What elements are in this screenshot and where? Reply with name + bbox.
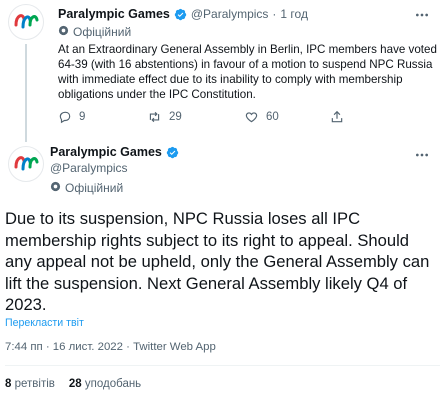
retweets-label: ретвітів — [14, 378, 55, 390]
share-icon — [331, 110, 343, 123]
tweet-stats: 8 ретвітів 28 уподобань — [5, 378, 141, 390]
reply-button[interactable]: 9 — [58, 110, 85, 124]
retweet-count: 29 — [169, 111, 182, 123]
share-button[interactable] — [330, 110, 344, 124]
like-count: 60 — [266, 111, 279, 123]
thread-connector-line — [25, 44, 27, 142]
paralympic-logo-avatar-2[interactable] — [8, 146, 44, 182]
heart-icon — [245, 112, 258, 123]
reply-icon — [59, 111, 71, 124]
official-camera-icon — [50, 179, 61, 197]
tweet-meta[interactable]: 7:44 пп · 16 лист. 2022 · Twitter Web Ap… — [5, 341, 216, 353]
author-handle[interactable]: @Paralympics — [50, 161, 128, 175]
translate-tweet-link[interactable]: Перекласти твіт — [5, 317, 84, 329]
tweet1-header: Paralympic Games @Paralympics · 1 год — [58, 7, 308, 21]
official-camera-icon — [58, 23, 69, 41]
tweet1-text: At an Extraordinary General Assembly in … — [58, 43, 437, 101]
verified-badge-icon — [166, 146, 179, 159]
author-name[interactable]: Paralympic Games — [50, 145, 162, 159]
retweets-stat[interactable]: 8 ретвітів — [5, 378, 55, 390]
retweets-count: 8 — [5, 378, 12, 390]
official-text: Офіційний — [73, 25, 132, 39]
likes-count: 28 — [68, 378, 82, 390]
reply-count: 9 — [79, 111, 86, 123]
author-handle[interactable]: @Paralympics — [191, 7, 269, 21]
divider — [5, 365, 440, 366]
verified-badge-icon — [174, 8, 187, 21]
retweet-icon — [149, 111, 160, 123]
more-options-icon[interactable] — [414, 7, 430, 23]
official-text: Офіційний — [65, 181, 124, 195]
paralympic-logo-avatar[interactable] — [8, 4, 44, 40]
tweet2-text: Due to its suspension, NPC Russia loses … — [5, 209, 430, 314]
tweet-time[interactable]: 1 год — [280, 7, 308, 21]
tweet2-header: Paralympic Games — [50, 145, 179, 159]
likes-label: уподобань — [84, 378, 142, 390]
more-options-icon[interactable] — [414, 147, 430, 163]
author-name[interactable]: Paralympic Games — [58, 7, 170, 21]
official-label: Офіційний — [50, 179, 123, 197]
like-button[interactable]: 60 — [244, 110, 279, 124]
retweet-button[interactable]: 29 — [147, 110, 182, 124]
dot-separator: · — [272, 7, 277, 21]
official-label: Офіційний — [58, 23, 131, 41]
likes-stat[interactable]: 28 уподобань — [69, 378, 141, 390]
